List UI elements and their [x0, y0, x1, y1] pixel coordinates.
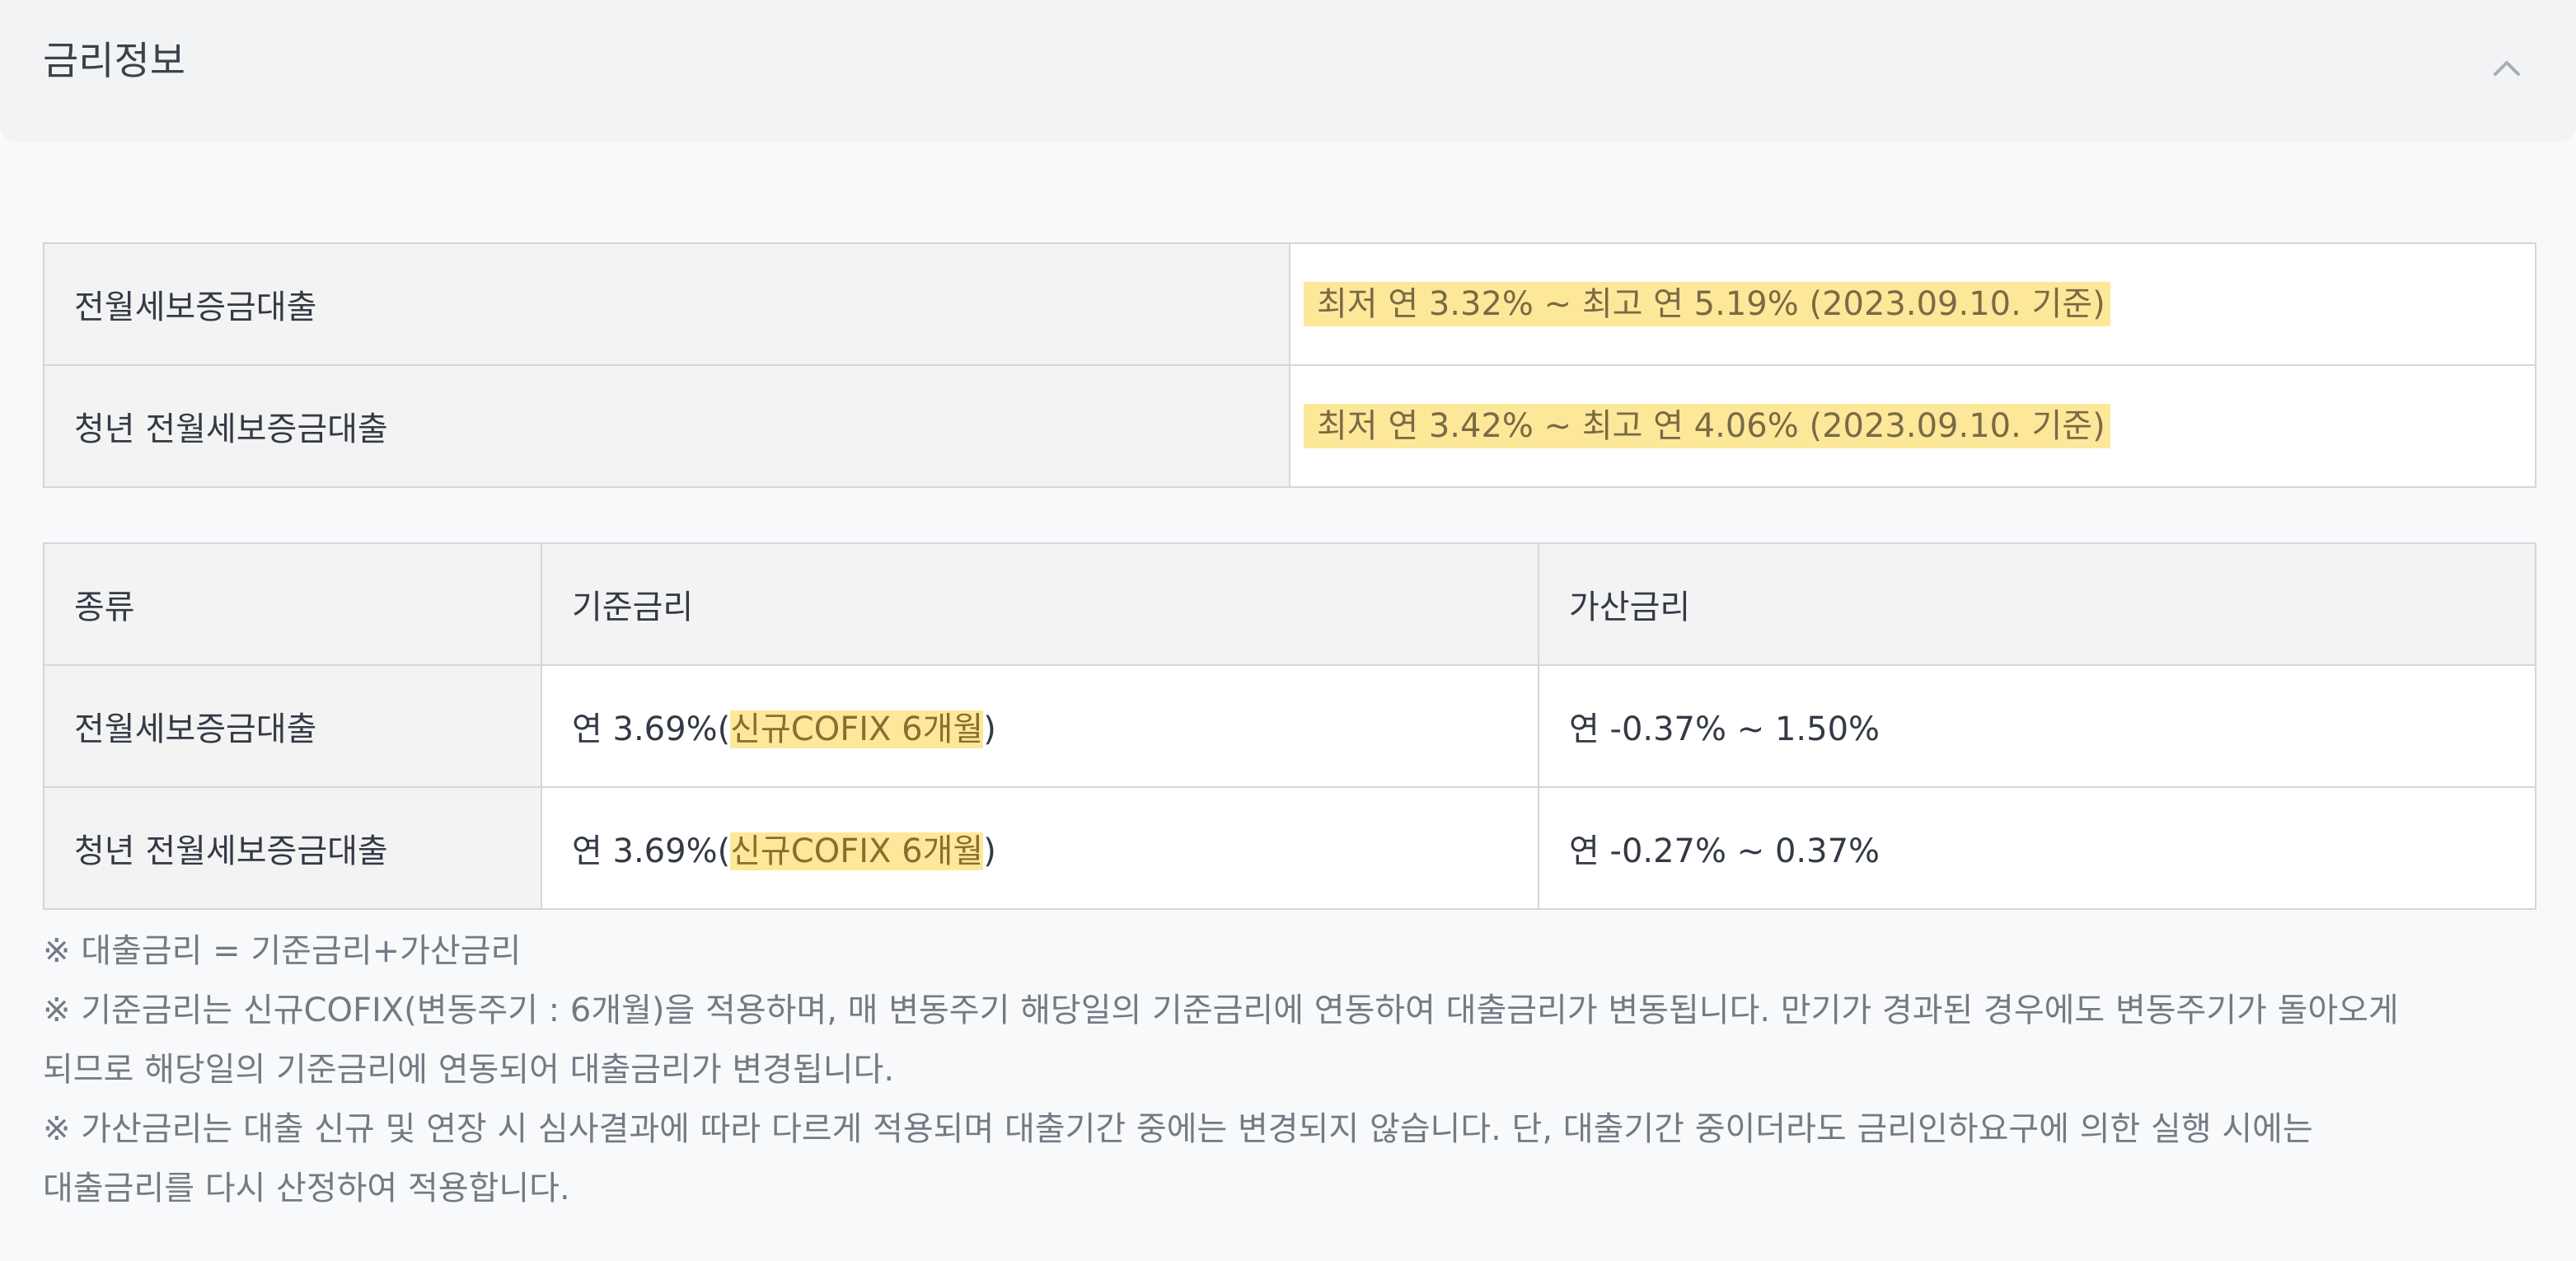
spread-value: 연 -0.27% ~ 0.37%	[1569, 832, 1880, 870]
note-line: ※ 가산금리는 대출 신규 및 연장 시 심사결과에 따라 다르게 적용되며 대…	[43, 1110, 2313, 1148]
rate-range: 최저 연 3.32% ~ 최고 연 5.19% (2023.09.10. 기준)	[1304, 282, 2110, 326]
rate-range-cell: 최저 연 3.42% ~ 최고 연 4.06% (2023.09.10. 기준)	[1289, 364, 2536, 488]
rate-range: 최저 연 3.42% ~ 최고 연 4.06% (2023.09.10. 기준)	[1304, 404, 2110, 448]
product-name-cell: 전월세보증금대출	[43, 664, 542, 788]
rate-range-cell: 최저 연 3.32% ~ 최고 연 5.19% (2023.09.10. 기준)	[1289, 242, 2536, 366]
product-name-cell: 청년 전월세보증금대출	[43, 786, 542, 910]
base-rate-cell: 연 3.69%(신규COFIX 6개월)	[541, 664, 1539, 788]
section-title: 금리정보	[43, 39, 185, 84]
table-row: 전월세보증금대출 최저 연 3.32% ~ 최고 연 5.19% (2023.0…	[43, 242, 2536, 366]
column-header: 종류	[43, 542, 542, 666]
base-rate-close: )	[983, 832, 996, 870]
table-header-row: 종류 기준금리 가산금리	[43, 542, 2536, 666]
rate-summary-table: 전월세보증금대출 최저 연 3.32% ~ 최고 연 5.19% (2023.0…	[43, 242, 2536, 488]
product-name-cell: 전월세보증금대출	[43, 242, 1290, 366]
product-name: 전월세보증금대출	[74, 288, 317, 326]
product-name: 전월세보증금대출	[74, 710, 317, 748]
spread-cell: 연 -0.27% ~ 0.37%	[1538, 786, 2536, 910]
table-row: 전월세보증금대출 연 3.69%(신규COFIX 6개월) 연 -0.37% ~…	[43, 664, 2536, 788]
rate-detail-table: 종류 기준금리 가산금리 전월세보증금대출 연 3.69%(신규COFIX 6개…	[43, 542, 2536, 910]
note-line: 대출금리를 다시 산정하여 적용합니다.	[43, 1170, 570, 1207]
accordion-header[interactable]: 금리정보	[0, 0, 2576, 142]
base-rate-close: )	[983, 710, 996, 748]
table-row: 청년 전월세보증금대출 연 3.69%(신규COFIX 6개월) 연 -0.27…	[43, 786, 2536, 910]
base-rate-index: 신규COFIX 6개월	[730, 710, 984, 748]
note-line: ※ 기준금리는 신규COFIX(변동주기 : 6개월)을 적용하며, 매 변동주…	[43, 991, 2399, 1029]
base-rate-value: 연 3.69%(	[572, 710, 731, 748]
base-rate-index: 신규COFIX 6개월	[730, 832, 984, 870]
base-rate-value: 연 3.69%(	[572, 832, 731, 870]
note-line: 되므로 해당일의 기준금리에 연동되어 대출금리가 변경됩니다.	[43, 1051, 895, 1089]
note-line: ※ 대출금리 = 기준금리+가산금리	[43, 932, 522, 970]
product-name-cell: 청년 전월세보증금대출	[43, 364, 1290, 488]
column-header: 가산금리	[1538, 542, 2536, 666]
column-header: 기준금리	[541, 542, 1539, 666]
product-name: 청년 전월세보증금대출	[74, 832, 388, 870]
chevron-up-icon[interactable]	[2490, 51, 2523, 84]
spread-value: 연 -0.37% ~ 1.50%	[1569, 710, 1880, 748]
rate-notes: ※ 대출금리 = 기준금리+가산금리 ※ 기준금리는 신규COFIX(변동주기 …	[43, 921, 2532, 1218]
base-rate-cell: 연 3.69%(신규COFIX 6개월)	[541, 786, 1539, 910]
spread-cell: 연 -0.37% ~ 1.50%	[1538, 664, 2536, 788]
table-row: 청년 전월세보증금대출 최저 연 3.42% ~ 최고 연 4.06% (202…	[43, 364, 2536, 488]
product-name: 청년 전월세보증금대출	[74, 410, 388, 448]
